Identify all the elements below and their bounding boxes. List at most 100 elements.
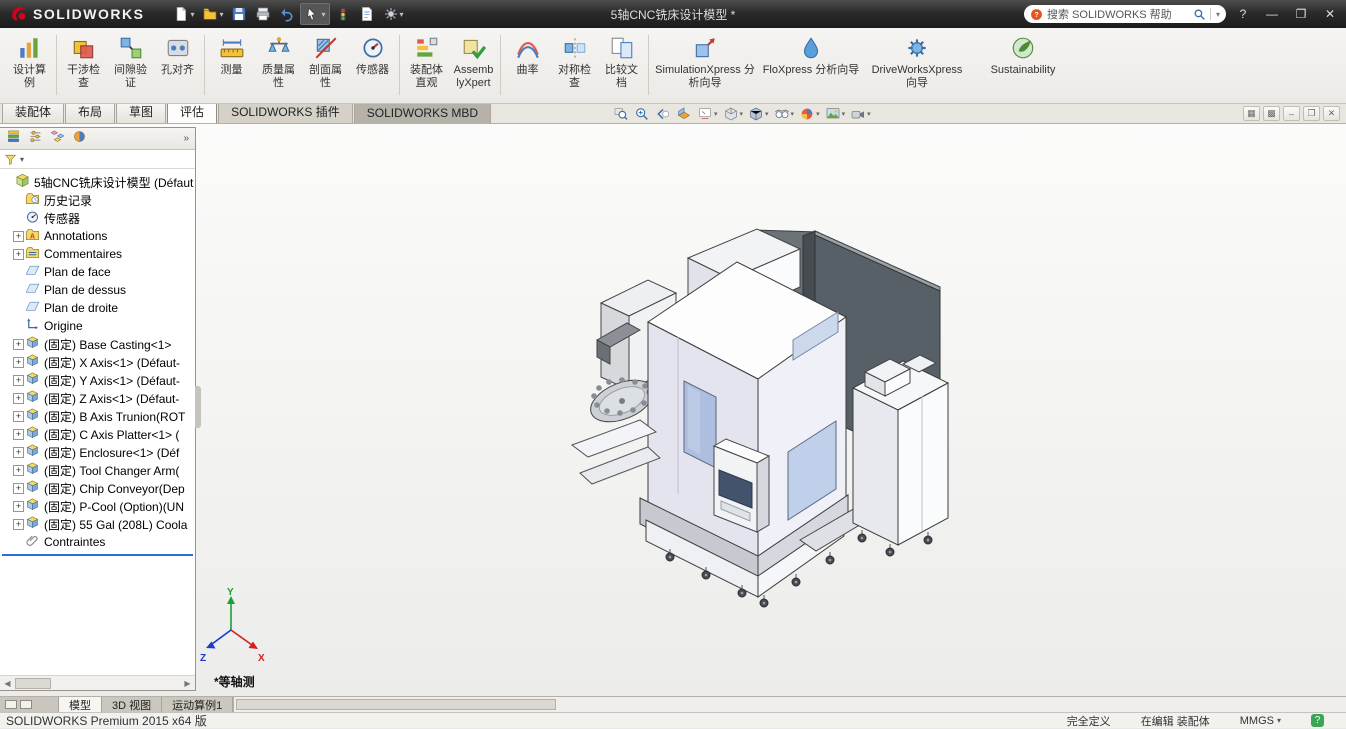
tree-item[interactable]: + (固定) Chip Conveyor(Dep: [0, 479, 195, 497]
doc-minimize-button[interactable]: –: [1283, 106, 1300, 121]
tree-item[interactable]: 历史记录: [0, 191, 195, 209]
apply-scene-button[interactable]: ▾: [824, 105, 847, 123]
search-box[interactable]: ? 搜索 SOLIDWORKS 帮助 ▾: [1024, 5, 1226, 23]
zoom-fit-button[interactable]: [612, 105, 630, 123]
scroll-left-icon[interactable]: ◀: [0, 679, 15, 688]
doc-tab-model[interactable]: 模型: [58, 697, 102, 712]
new-document-button[interactable]: ▾: [170, 4, 197, 24]
dropdown-arrow-icon[interactable]: ▾: [842, 110, 846, 118]
dropdown-arrow-icon[interactable]: ▾: [219, 10, 223, 19]
annotation-view-button[interactable]: ▾: [696, 105, 719, 123]
previous-view-button[interactable]: [654, 105, 672, 123]
scroll-thumb[interactable]: [15, 677, 51, 689]
tree-item[interactable]: + (固定) Y Axis<1> (Défaut-: [0, 371, 195, 389]
tree-item[interactable]: 5轴CNC铣床设计模型 (Défaut: [0, 173, 195, 191]
control-pendant[interactable]: [712, 438, 771, 533]
search-dropdown-icon[interactable]: ▾: [1216, 10, 1220, 19]
undo-button[interactable]: [276, 4, 298, 24]
ribbon-button-sustainability[interactable]: Sustainability: [970, 32, 1076, 77]
ribbon-button-simulationxpress[interactable]: SimulationXpress 分析向导: [652, 32, 758, 90]
ribbon-button-assembly-visualization[interactable]: 装配体直观: [403, 32, 450, 90]
units-dropdown-icon[interactable]: ▾: [1277, 716, 1281, 725]
featuremanager-tab-button[interactable]: [6, 129, 21, 149]
doc-restore-button[interactable]: ❐: [1303, 106, 1320, 121]
save-button[interactable]: [228, 4, 250, 24]
filter-dropdown-icon[interactable]: ▾: [20, 155, 24, 164]
view-settings-button[interactable]: ▾: [849, 105, 872, 123]
doc-tab-3d-views[interactable]: 3D 视图: [102, 697, 163, 712]
tree-filter-row[interactable]: ▾: [0, 150, 195, 169]
expand-plus-icon[interactable]: +: [13, 428, 24, 440]
ribbon-button-hole-alignment[interactable]: 孔对齐: [154, 32, 201, 77]
doc-close-button[interactable]: ✕: [1323, 106, 1340, 121]
tree-item[interactable]: Contraintes: [0, 533, 195, 551]
tree-item[interactable]: + (固定) Enclosure<1> (Déf: [0, 443, 195, 461]
ribbon-button-compare-documents[interactable]: 比较文档: [598, 32, 645, 90]
scroll-right-icon[interactable]: ▶: [180, 679, 195, 688]
expand-plus-icon[interactable]: +: [13, 482, 24, 494]
ribbon-button-symmetry-check[interactable]: 对称检查: [551, 32, 598, 90]
expand-plus-icon[interactable]: +: [13, 446, 24, 458]
dropdown-arrow-icon[interactable]: ▾: [867, 110, 871, 118]
tree-item[interactable]: + (固定) B Axis Trunion(ROT: [0, 407, 195, 425]
rollback-bar[interactable]: [2, 554, 193, 556]
ribbon-button-mass-properties[interactable]: 质量属性: [255, 32, 302, 90]
expand-plus-icon[interactable]: +: [13, 356, 24, 368]
ribbon-button-measure[interactable]: 测量: [208, 32, 255, 77]
dropdown-arrow-icon[interactable]: ▾: [400, 10, 404, 19]
panel-splitter[interactable]: [195, 386, 201, 428]
rebuild-button[interactable]: [332, 4, 354, 24]
options-gear-button[interactable]: ▾: [380, 4, 407, 24]
display-style-button[interactable]: ▾: [747, 105, 770, 123]
doc-tile-button[interactable]: ▦: [1243, 106, 1260, 121]
tree-item[interactable]: + (固定) Base Casting<1>: [0, 335, 195, 353]
file-properties-button[interactable]: [356, 4, 378, 24]
expand-plus-icon[interactable]: +: [13, 374, 24, 386]
magnifier-icon[interactable]: [1193, 8, 1206, 21]
dropdown-arrow-icon[interactable]: ▾: [740, 110, 744, 118]
coolant-cabinet[interactable]: [851, 354, 950, 546]
displaymanager-tab-button[interactable]: [72, 129, 87, 149]
ribbon-button-design-study[interactable]: 设计算例: [6, 32, 53, 90]
tree-item[interactable]: Plan de face: [0, 263, 195, 281]
minimize-button[interactable]: —: [1260, 7, 1284, 21]
dropdown-arrow-icon[interactable]: ▾: [816, 110, 820, 118]
doc-tab-motion-study-1[interactable]: 运动算例1: [162, 697, 234, 712]
tree-item[interactable]: + (固定) Tool Changer Arm(: [0, 461, 195, 479]
section-view-button[interactable]: [675, 105, 693, 123]
dropdown-arrow-icon[interactable]: ▾: [791, 110, 795, 118]
dropdown-arrow-icon[interactable]: ▾: [765, 110, 769, 118]
ribbon-button-section-properties[interactable]: 剖面属性: [302, 32, 349, 90]
open-access-doors[interactable]: [570, 419, 661, 485]
ribbon-button-floxpress[interactable]: FloXpress 分析向导: [758, 32, 864, 77]
dropdown-arrow-icon[interactable]: ▾: [190, 10, 194, 19]
open-button[interactable]: ▾: [199, 4, 226, 24]
ribbon-button-curvature[interactable]: 曲率: [504, 32, 551, 77]
panel-horizontal-scrollbar[interactable]: ◀ ▶: [0, 675, 195, 690]
help-button[interactable]: ?: [1231, 7, 1255, 21]
units-selector[interactable]: MMGS ▾: [1240, 715, 1281, 727]
expand-plus-icon[interactable]: +: [13, 230, 24, 242]
tree-item[interactable]: Plan de dessus: [0, 281, 195, 299]
tree-item[interactable]: 传感器: [0, 209, 195, 227]
zoom-area-button[interactable]: [633, 105, 651, 123]
search-input[interactable]: 搜索 SOLIDWORKS 帮助: [1047, 6, 1189, 22]
tree-item[interactable]: + Commentaires: [0, 245, 195, 263]
select-arrow-button[interactable]: ▾: [300, 3, 330, 25]
propertymanager-tab-button[interactable]: [28, 129, 43, 149]
expand-plus-icon[interactable]: +: [13, 500, 24, 512]
edit-appearance-button[interactable]: ▾: [798, 105, 821, 123]
expand-plus-icon[interactable]: +: [13, 392, 24, 404]
tree-item[interactable]: + (固定) 55 Gal (208L) Coola: [0, 515, 195, 533]
ribbon-button-sensor[interactable]: 传感器: [349, 32, 396, 77]
tree-item[interactable]: + (固定) C Axis Platter<1> (: [0, 425, 195, 443]
print-button[interactable]: [252, 4, 274, 24]
close-button[interactable]: ✕: [1318, 7, 1342, 21]
expand-plus-icon[interactable]: +: [13, 248, 24, 260]
tree-item[interactable]: + (固定) Z Axis<1> (Défaut-: [0, 389, 195, 407]
graphics-area[interactable]: Y X Z *等轴测: [0, 124, 1346, 696]
dropdown-arrow-icon[interactable]: ▾: [321, 10, 325, 19]
expand-plus-icon[interactable]: +: [13, 464, 24, 476]
horizontal-scroll-thumb[interactable]: [236, 699, 557, 710]
expand-plus-icon[interactable]: +: [13, 410, 24, 422]
